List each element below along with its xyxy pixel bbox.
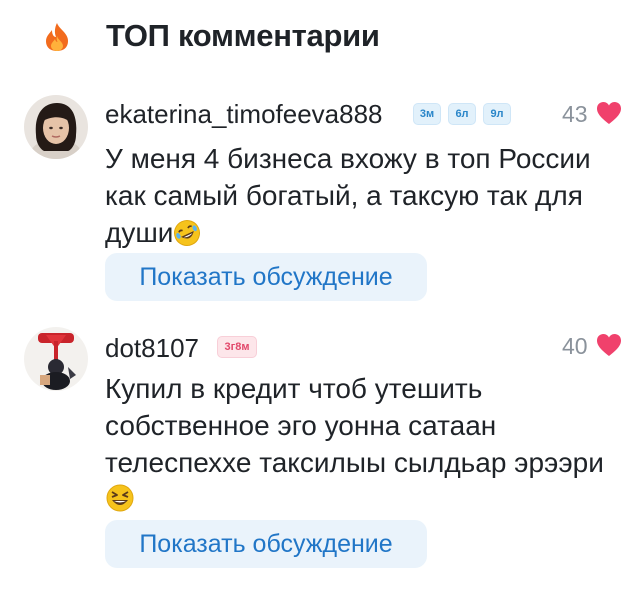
comment-text-line: как самый богатый, а таксую так для (105, 180, 583, 211)
comment-text: У меня 4 бизнеса вхожу в топ России как … (105, 140, 625, 251)
comment-username[interactable]: dot8107 (105, 333, 199, 364)
comment-text-line (105, 481, 625, 518)
badge: 3м (413, 103, 441, 125)
badge: 6л (448, 103, 476, 125)
avatar[interactable] (24, 327, 88, 391)
like-count: 40 (562, 333, 588, 359)
page-title: ТОП комментарии (106, 18, 380, 53)
comment-text-line: У меня 4 бизнеса вхожу в топ России (105, 143, 591, 174)
comment-text-segment: души (105, 217, 174, 248)
comment-text-line: собственное эго уонна сатаан (105, 410, 497, 441)
fire-icon (46, 23, 68, 51)
comment-text: Купил в кредит чтоб утешить собственное … (105, 370, 625, 518)
comment-text-line: Купил в кредит чтоб утешить (105, 373, 483, 404)
heart-icon[interactable] (596, 333, 622, 357)
top-comments-header: ТОП комментарии (0, 0, 641, 80)
show-discussion-button[interactable]: Показать обсуждение (105, 520, 427, 568)
rolling-on-floor-laughing-emoji-icon (174, 220, 201, 246)
grinning-squinting-face-emoji-icon (106, 484, 134, 512)
comment-text-line: души (105, 214, 625, 251)
comment-username[interactable]: ekaterina_timofeeva888 (105, 99, 383, 130)
badge: 9л (483, 103, 511, 125)
badge: 3г8м (217, 336, 257, 358)
heart-icon[interactable] (596, 101, 622, 125)
comment-text-line: телеспеххе таксилыы сылдьар эрээри (105, 447, 604, 478)
like-count: 43 (562, 101, 588, 127)
show-discussion-button[interactable]: Показать обсуждение (105, 253, 427, 301)
avatar[interactable] (24, 95, 88, 159)
